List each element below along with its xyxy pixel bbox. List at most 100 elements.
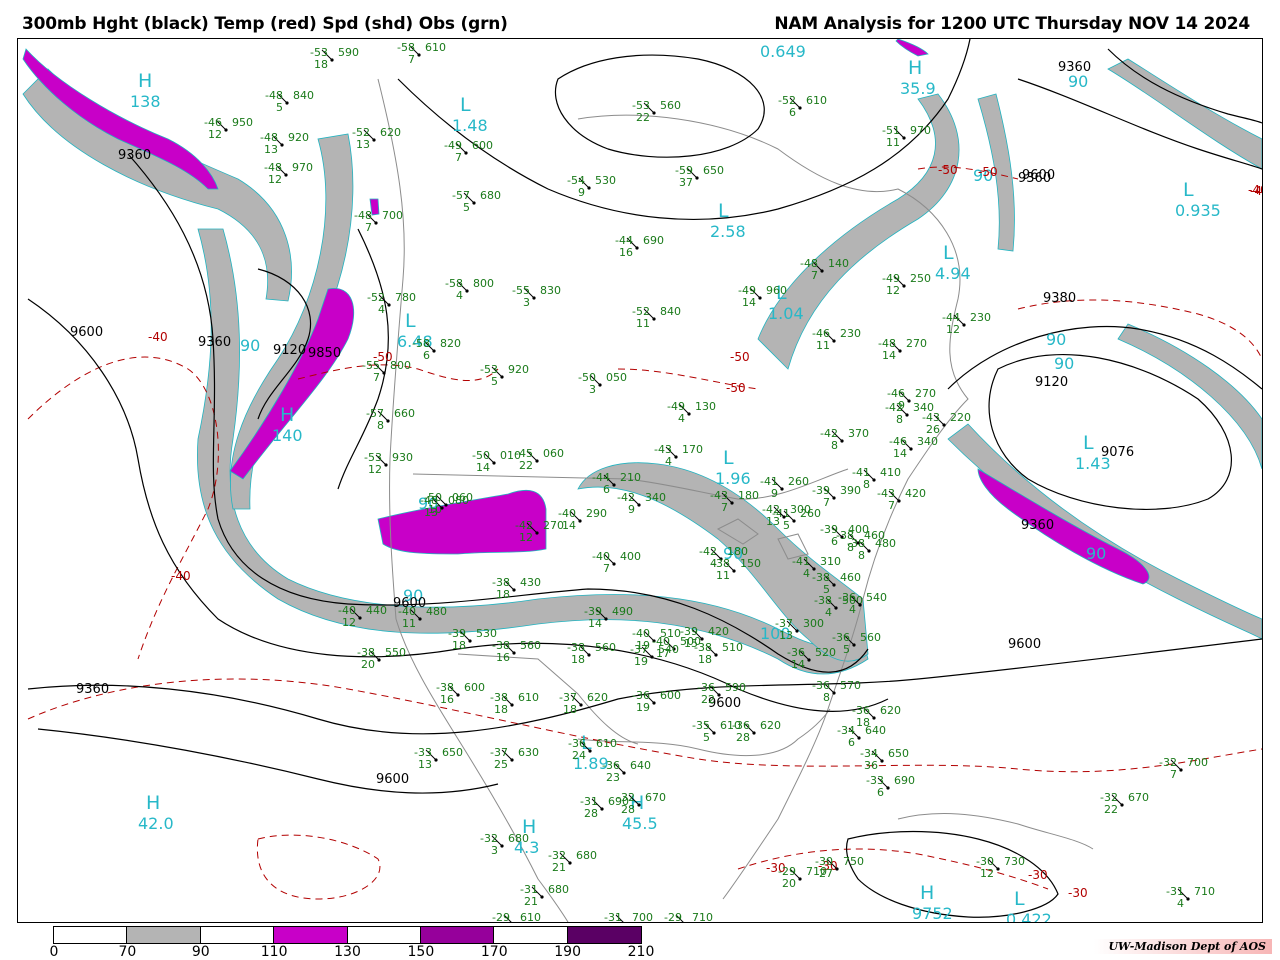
pressure-center-value: 1.04 [768,304,804,323]
station-dot [512,651,516,655]
observation-height: 060 [543,447,564,460]
observation-height: 480 [426,605,447,618]
pressure-center-value: 1.96 [715,469,751,488]
jet-gray-ne-ring [1117,323,1262,470]
observation-dewpoint-depression: 37 [679,176,693,189]
legend-tick: 130 [334,944,361,960]
observation-dewpoint-depression: 22 [636,111,650,124]
observation-dewpoint-depression: 12 [886,284,900,297]
station-observation: -58 8206 [412,337,461,362]
observation-dewpoint-depression: 11 [402,617,416,630]
station-dot [650,655,654,659]
station-observation: -42 3708 [820,427,869,452]
temperature-contour-label: -50 [730,350,750,364]
observation-height: 140 [828,257,849,270]
station-dot [1186,897,1190,901]
station-dot [857,736,861,740]
observation-height: 700 [382,209,403,222]
observation-height: 630 [518,746,539,759]
observation-dewpoint-depression: 8 [377,419,384,432]
station-dot [687,412,691,416]
station-dot [652,701,656,705]
station-dot [372,138,376,142]
observation-height: 620 [760,719,781,732]
legend-swatch [127,927,201,943]
observation-dewpoint-depression: 5 [276,101,283,114]
observation-height: 490 [612,605,633,618]
station-dot [962,323,966,327]
observation-dewpoint-depression: 28 [584,807,598,820]
legend-tick: 70 [118,944,137,960]
observation-dewpoint-depression: 5 [783,519,790,532]
map-canvas: H138 L1.48L6.48H140L2.58L1.04L4.94L1.96L0… [22,39,1262,922]
observation-dewpoint-depression: 6 [789,106,796,119]
pressure-center-value: 1.48 [452,116,488,135]
observation-height: 560 [660,99,681,112]
observation-height: 690 [643,234,664,247]
observation-height: 540 [658,643,679,656]
station-dot [942,423,946,427]
observation-dewpoint-depression: 9 [771,487,778,500]
observation-height: 530 [595,174,616,187]
station-observation: -2961019 [492,911,541,922]
observation-height: 700 [632,911,653,922]
station-dot [902,136,906,140]
station-observation: -32 7007 [1159,756,1208,781]
station-observation: -30 73012 [976,855,1025,880]
observation-height: 290 [586,507,607,520]
observation-height: 150 [740,557,761,570]
station-observation: -3170018 [604,911,653,922]
station-observation: -32 67022 [1100,791,1149,816]
observation-height: 800 [390,359,411,372]
observation-dewpoint-depression: 8 [863,478,870,491]
station-observation: -53 93012 [364,451,413,476]
observation-height: 710 [692,911,713,922]
pressure-center-letter: L [405,310,416,332]
weather-map: H 138 L 1.48 L 6.48 H 140 L 2.58 L 1.04 L 4.94 L 1.96 L 0… [17,38,1263,923]
observation-dewpoint-depression: 7 [811,269,818,282]
observation-height: 610 [806,94,827,107]
observation-dewpoint-depression: 5 [843,643,850,656]
observation-dewpoint-depression: 22 [519,459,533,472]
observation-dewpoint-depression: 11 [886,136,900,149]
pressure-center-value: 35.9 [900,79,936,98]
station-observation: -54 5309 [567,174,616,199]
observation-height: 270 [906,337,927,350]
observation-height: 270 [915,387,936,400]
observation-dewpoint-depression: 16 [496,651,510,664]
observation-height: 460 [840,571,861,584]
observation-height: 300 [790,503,811,516]
observation-dewpoint-depression: 22 [701,693,715,706]
legend-tick: 190 [554,944,581,960]
observation-dewpoint-depression: 18 [496,588,510,601]
observation-height: 750 [843,855,864,868]
observation-height: 950 [232,116,253,129]
station-observation: -38 51018 [694,641,743,666]
legend-swatch [274,927,348,943]
observation-height: 560 [520,639,541,652]
station-observation: -46 34014 [889,435,938,460]
station-dot [832,496,836,500]
station-dot [840,439,844,443]
observation-dewpoint-depression: 16 [619,246,633,259]
station-observation: -38 60016 [436,681,485,706]
legend-swatch [494,927,568,943]
observation-height: 830 [540,284,561,297]
observation-height: 680 [480,189,501,202]
observation-height: 650 [888,747,909,760]
observation-height: 920 [508,363,529,376]
observation-height: 340 [917,435,938,448]
station-dot [535,459,539,463]
station-dot [872,478,876,482]
observation-height: 210 [620,471,641,484]
observation-height: 620 [880,704,901,717]
observation-dewpoint-depression: 6 [423,349,430,362]
station-observation: -48 97012 [264,161,313,186]
observation-dewpoint-depression: 5 [491,375,498,388]
station-dot [752,731,756,735]
station-dot [780,487,784,491]
observation-dewpoint-depression: 4 [1177,897,1184,910]
observation-dewpoint-depression: 28 [736,731,750,744]
observation-dewpoint-depression: 4 [665,455,672,468]
observation-dewpoint-depression: 18 [698,653,712,666]
